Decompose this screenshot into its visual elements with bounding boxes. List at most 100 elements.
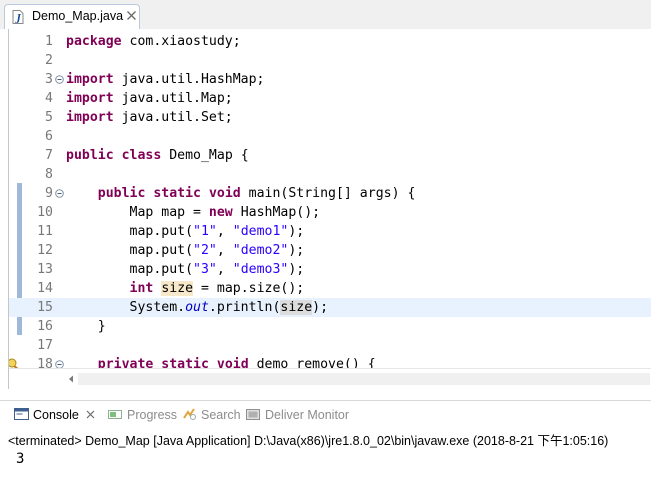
code-line[interactable]: 3 import java.util.HashMap; xyxy=(9,70,651,89)
progress-icon xyxy=(108,410,122,419)
keyword-token: void xyxy=(216,357,249,368)
code-line[interactable]: 4 import java.util.Map; xyxy=(9,89,651,108)
keyword-token: package xyxy=(66,34,122,49)
code-text: map.put("3", "demo3"); xyxy=(66,260,305,279)
code-line[interactable]: 6 xyxy=(9,127,651,146)
code-text: map.put("2", "demo2"); xyxy=(66,241,305,260)
code-line[interactable]: 9 public static void main(String[] args)… xyxy=(9,184,651,203)
code-line[interactable]: 11 map.put("1", "demo1"); xyxy=(9,222,651,241)
string-token: "2" xyxy=(193,243,217,258)
deliver-monitor-icon xyxy=(246,409,260,420)
line-number: 15 xyxy=(37,300,53,315)
code-token: demo_remove() { xyxy=(248,357,376,368)
code-line[interactable]: 18 private static void demo_remove() { xyxy=(9,355,651,368)
fold-collapse-icon[interactable] xyxy=(55,75,64,84)
fold-collapse-icon[interactable] xyxy=(55,189,64,198)
code-token: ); xyxy=(288,262,305,277)
keyword-token: class xyxy=(121,148,162,163)
line-number: 16 xyxy=(37,319,53,334)
line-number: 1 xyxy=(45,34,53,49)
line-number: 4 xyxy=(45,91,53,106)
code-token: java.util.Set; xyxy=(113,110,233,125)
code-token: , xyxy=(216,262,233,277)
line-number: 12 xyxy=(37,243,53,258)
line-number: 11 xyxy=(37,224,53,239)
code-token: HashMap(); xyxy=(232,205,321,220)
tab-label: Deliver Monitor xyxy=(265,408,350,422)
line-number: 18 xyxy=(37,357,53,368)
code-line[interactable]: 14 int size = map.size(); xyxy=(9,279,651,298)
keyword-token: static xyxy=(153,186,201,201)
line-number: 9 xyxy=(45,186,53,201)
fold-collapse-icon[interactable] xyxy=(55,360,64,368)
code-token: size xyxy=(280,300,313,315)
line-number: 6 xyxy=(45,129,53,144)
code-area[interactable]: 1 package com.xiaostudy; 2 3 import java.uti… xyxy=(9,29,651,368)
code-token: .println( xyxy=(208,300,281,315)
code-line[interactable]: 7 public class Demo_Map { xyxy=(9,146,651,165)
line-number: 7 xyxy=(45,148,53,163)
code-text: public class Demo_Map { xyxy=(66,146,249,165)
java-file-icon: J xyxy=(12,10,24,24)
code-line[interactable]: 17 xyxy=(9,336,651,355)
code-line[interactable]: 5 import java.util.Set; xyxy=(9,108,651,127)
console-icon xyxy=(14,408,29,420)
code-line[interactable]: 2 xyxy=(9,51,651,70)
line-number: 3 xyxy=(45,72,53,87)
code-token: } xyxy=(66,319,106,334)
code-line[interactable]: 16 } xyxy=(9,317,651,336)
code-text: System.out.println(size); xyxy=(66,298,328,317)
warning-lightbulb-icon[interactable] xyxy=(9,358,19,368)
keyword-token: public xyxy=(97,186,146,201)
horizontal-scrollbar-thumb[interactable] xyxy=(78,373,650,385)
code-editor: 1 package com.xiaostudy; 2 3 import java.uti… xyxy=(8,29,651,389)
code-token: ); xyxy=(312,300,329,315)
keyword-token: int xyxy=(129,281,154,296)
code-line[interactable]: 1 package com.xiaostudy; xyxy=(9,32,651,51)
code-text: } xyxy=(66,317,106,336)
keyword-token: new xyxy=(208,205,233,220)
code-token: map.put( xyxy=(66,262,194,277)
close-icon[interactable] xyxy=(86,410,95,419)
code-token: size xyxy=(161,281,194,296)
horizontal-scrollbar[interactable] xyxy=(9,368,651,388)
keyword-token: void xyxy=(208,186,241,201)
line-number: 5 xyxy=(45,110,53,125)
code-token: ); xyxy=(288,243,305,258)
console-output[interactable]: 3 xyxy=(16,451,24,467)
line-number: 14 xyxy=(37,281,53,296)
editor-tab-title: Demo_Map.java xyxy=(32,9,124,23)
code-text: map.put("1", "demo1"); xyxy=(66,222,305,241)
code-token: = map.size(); xyxy=(193,281,305,296)
code-line[interactable]: 8 xyxy=(9,165,651,184)
tab-label: Console xyxy=(33,408,79,422)
string-token: "3" xyxy=(193,262,217,277)
code-token: ); xyxy=(288,224,305,239)
code-line[interactable]: 12 map.put("2", "demo2"); xyxy=(9,241,651,260)
keyword-token: static xyxy=(161,357,209,368)
code-token: out xyxy=(185,300,209,315)
code-text: private static void demo_remove() { xyxy=(66,355,376,368)
code-token: java.util.HashMap; xyxy=(113,72,265,87)
tab-label: Progress xyxy=(127,408,178,422)
code-line[interactable]: 13 map.put("3", "demo3"); xyxy=(9,260,651,279)
line-number: 10 xyxy=(37,205,53,220)
keyword-token: import xyxy=(66,72,114,87)
editor-tab-demo-map[interactable]: J Demo_Map.java xyxy=(4,4,140,29)
close-icon[interactable] xyxy=(126,10,137,21)
code-line[interactable]: 10 Map map = new HashMap(); xyxy=(9,203,651,222)
string-token: "demo3" xyxy=(232,262,289,277)
code-token: , xyxy=(216,224,233,239)
code-line[interactable]: 15 System.out.println(size); xyxy=(9,298,651,317)
code-text: import java.util.Set; xyxy=(66,108,233,127)
line-number: 17 xyxy=(37,338,53,353)
code-token: System. xyxy=(66,300,186,315)
editor-tab-bar: J Demo_Map.java xyxy=(0,0,651,29)
scroll-left-icon[interactable] xyxy=(67,375,75,383)
keyword-token: public xyxy=(66,148,114,163)
console-status-line: <terminated> Demo_Map [Java Application]… xyxy=(8,434,609,448)
code-token: , xyxy=(216,243,233,258)
